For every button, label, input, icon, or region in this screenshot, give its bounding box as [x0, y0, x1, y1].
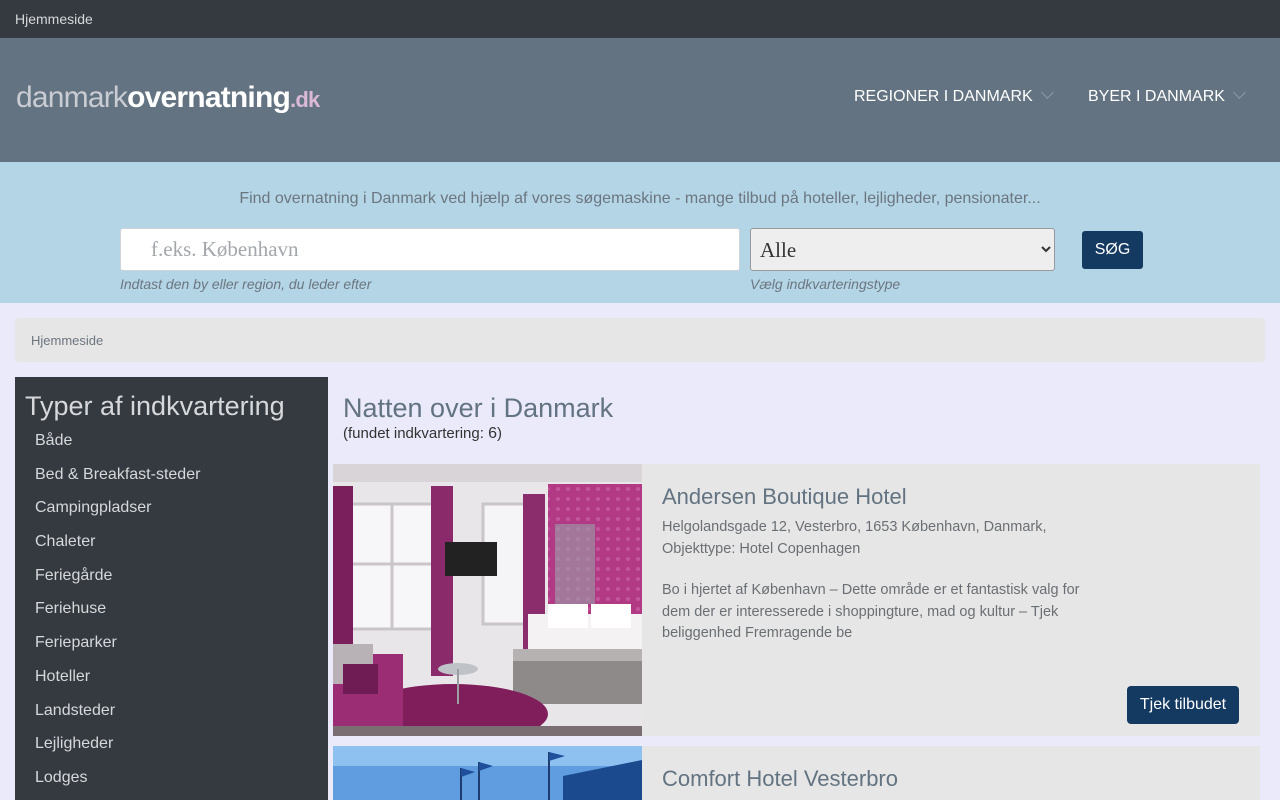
search-section: Find overnatning i Danmark ved hjælp af … — [0, 162, 1280, 303]
results-count: (fundet indkvartering: 6) — [343, 425, 502, 443]
nav-regions-label: REGIONER I DANMARK — [854, 88, 1033, 105]
nav-cities-label: BYER I DANMARK — [1088, 88, 1225, 105]
sidebar-item-holiday-homes[interactable]: Feriehuse — [35, 600, 200, 634]
page-title: Natten over i Danmark — [343, 393, 614, 423]
sidebar-item-holiday-parks[interactable]: Ferieparker — [35, 634, 200, 668]
sidebar-list: Både Bed & Breakfast-steder Campingplads… — [35, 432, 200, 800]
top-home-link[interactable]: Hjemmeside — [15, 11, 93, 27]
listing-title[interactable]: Andersen Boutique Hotel — [662, 484, 907, 510]
results-count-suffix: ) — [496, 425, 502, 442]
search-input[interactable] — [120, 228, 740, 271]
listing-title[interactable]: Comfort Hotel Vesterbro — [662, 766, 898, 792]
listing-card: Andersen Boutique Hotel Helgolandsgade 1… — [333, 464, 1260, 736]
search-tagline: Find overnatning i Danmark ved hjælp af … — [239, 190, 1041, 207]
sidebar-item-lodges[interactable]: Lodges — [35, 769, 200, 800]
logo-part-danmark: danmark — [16, 81, 128, 114]
sidebar-item-hotels[interactable]: Hoteller — [35, 668, 200, 702]
type-select-hint: Vælg indkvarteringstype — [750, 276, 901, 292]
listing-card: Comfort Hotel Vesterbro — [333, 746, 1260, 800]
logo-part-dk: .dk — [290, 87, 320, 112]
top-bar: Hjemmeside — [0, 0, 1280, 38]
breadcrumb-home: Hjemmeside — [31, 333, 104, 348]
sidebar-item-boats[interactable]: Både — [35, 432, 200, 466]
check-offer-button[interactable]: Tjek tilbudet — [1127, 686, 1239, 724]
accommodation-type-select[interactable]: Alle — [750, 228, 1055, 271]
sidebar-item-campsites[interactable]: Campingpladser — [35, 499, 200, 533]
sidebar-accommodation-types: Typer af indkvartering Både Bed & Breakf… — [15, 377, 328, 800]
results-count-prefix: (fundet indkvartering: — [343, 425, 489, 442]
listing-address-block: Helgolandsgade 12, Vesterbro, 1653 Køben… — [662, 516, 1082, 560]
sidebar-item-farm-stays[interactable]: Feriegårde — [35, 567, 200, 601]
results-count-number: 6 — [488, 425, 497, 442]
search-input-hint: Indtast den by eller region, du leder ef… — [120, 276, 372, 292]
site-header: danmarkovernatning.dk REGIONER I DANMARK… — [0, 38, 1280, 162]
sidebar-item-bed-breakfast[interactable]: Bed & Breakfast-steder — [35, 466, 200, 500]
sidebar-item-chalets[interactable]: Chaleter — [35, 533, 200, 567]
nav-cities[interactable]: BYER I DANMARK — [1088, 86, 1246, 106]
listing-type: Objekttype: Hotel Copenhagen — [662, 541, 861, 557]
nav-regions[interactable]: REGIONER I DANMARK — [854, 86, 1054, 106]
sidebar-item-country-houses[interactable]: Landsteder — [35, 702, 200, 736]
listing-photo[interactable] — [333, 746, 642, 800]
chevron-down-icon — [1040, 86, 1054, 99]
listing-address: Helgolandsgade 12, Vesterbro, 1653 Køben… — [662, 519, 1047, 535]
site-logo[interactable]: danmarkovernatning.dk — [16, 81, 320, 116]
search-button[interactable]: SØG — [1082, 231, 1143, 269]
chevron-down-icon — [1233, 86, 1246, 99]
sidebar-title: Typer af indkvartering — [25, 391, 285, 421]
logo-part-overnatning: overnatning — [127, 81, 291, 114]
breadcrumb: Hjemmeside — [15, 318, 1265, 362]
listing-description: Bo i hjertet af København – Dette område… — [662, 582, 1080, 641]
sidebar-item-apartments[interactable]: Lejligheder — [35, 735, 200, 769]
listing-photo[interactable] — [333, 464, 642, 736]
